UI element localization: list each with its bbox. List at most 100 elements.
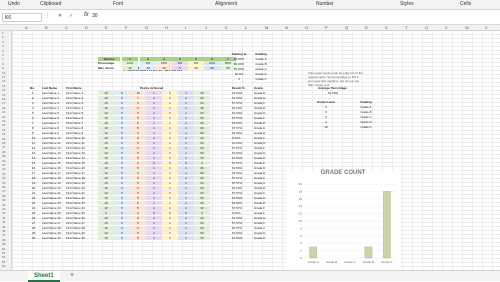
student-no[interactable]: 11 xyxy=(32,141,35,145)
points-cell[interactable]: 10 xyxy=(98,116,114,120)
points-cell[interactable]: 1 xyxy=(162,136,178,140)
points-cell[interactable]: 1 xyxy=(146,201,162,205)
student-first-name[interactable]: First Name 4 xyxy=(66,106,83,110)
student-no[interactable]: 20 xyxy=(32,186,35,190)
column-header-I[interactable]: I xyxy=(185,25,186,30)
grading-cell[interactable]: 60.0% xyxy=(228,72,250,76)
student-no[interactable]: 25 xyxy=(32,211,35,215)
points-cell[interactable]: 10 xyxy=(98,136,114,140)
points-cell[interactable]: 1 xyxy=(162,176,178,180)
points-cell[interactable]: 10 xyxy=(98,126,114,130)
points-cell[interactable]: 5 xyxy=(130,141,146,145)
points-cell[interactable]: 10 xyxy=(98,146,114,150)
points-cell[interactable]: 0 xyxy=(194,211,210,215)
points-cell[interactable]: 1 xyxy=(178,236,194,240)
points-cell[interactable]: 1 xyxy=(162,116,178,120)
student-first-name[interactable]: First Name 29 xyxy=(66,231,85,235)
points-cell[interactable]: 5 xyxy=(130,121,146,125)
points-cell[interactable]: 1 xyxy=(162,166,178,170)
points-cell[interactable]: 10 xyxy=(98,216,114,220)
student-last-name[interactable]: Last Name 19 xyxy=(42,181,61,185)
student-no[interactable]: 2 xyxy=(32,96,34,100)
student-last-name[interactable]: Last Name 13 xyxy=(42,151,61,155)
student-no[interactable]: 9 xyxy=(32,131,34,135)
column-header-C[interactable]: C xyxy=(65,25,68,30)
points-cell[interactable]: 1 xyxy=(178,186,194,190)
student-no[interactable]: 15 xyxy=(32,161,35,165)
points-cell[interactable]: 5 xyxy=(114,231,130,235)
student-first-name[interactable]: First Name 3 xyxy=(66,101,83,105)
row-header[interactable]: 35 xyxy=(2,181,5,185)
points-cell[interactable]: 10 xyxy=(98,101,114,105)
points-cell[interactable]: 1 xyxy=(146,121,162,125)
student-no[interactable]: 1 xyxy=(32,91,34,95)
column-header-D[interactable]: D xyxy=(85,25,88,30)
student-first-name[interactable]: First Name 21 xyxy=(66,191,85,195)
points-cell[interactable]: 1 xyxy=(146,236,162,240)
points-cell[interactable]: 5 xyxy=(114,141,130,145)
points-cell[interactable]: 1 xyxy=(178,146,194,150)
points-cell[interactable]: 60 xyxy=(194,221,210,225)
points-cell[interactable]: 1 xyxy=(178,196,194,200)
points-cell[interactable]: 1 xyxy=(178,136,194,140)
points-cell[interactable]: 1 xyxy=(146,136,162,140)
grading-cell[interactable]: Grade A xyxy=(250,57,272,61)
grading-cell[interactable]: 70.00% xyxy=(228,67,250,71)
row-header[interactable]: 2 xyxy=(2,35,4,39)
points-cell[interactable]: 5 xyxy=(130,136,146,140)
student-no[interactable]: 21 xyxy=(32,191,35,195)
column-header-K[interactable]: K xyxy=(225,25,228,30)
points-cell[interactable]: 5 xyxy=(114,181,130,185)
points-cell[interactable]: 1 xyxy=(146,146,162,150)
grading-cell[interactable]: Grade F xyxy=(250,77,272,81)
points-cell[interactable]: 1 xyxy=(146,176,162,180)
row-header[interactable]: 50 xyxy=(2,247,5,251)
student-first-name[interactable]: First Name 5 xyxy=(66,111,83,115)
student-first-name[interactable]: First Name 23 xyxy=(66,201,85,205)
points-cell[interactable]: 60 xyxy=(194,226,210,230)
column-header-E[interactable]: E xyxy=(105,25,108,30)
column-header-U[interactable]: U xyxy=(425,25,428,30)
points-cell[interactable]: 1 xyxy=(178,156,194,160)
points-cell[interactable]: 5 xyxy=(114,121,130,125)
points-cell[interactable]: 1 xyxy=(162,121,178,125)
points-cell[interactable]: 1 xyxy=(178,231,194,235)
points-cell[interactable]: 1 xyxy=(162,126,178,130)
points-cell[interactable]: 0 xyxy=(194,161,210,165)
points-cell[interactable]: 60 xyxy=(194,171,210,175)
points-cell[interactable]: 1 xyxy=(146,181,162,185)
points-cell[interactable]: 30 xyxy=(194,156,210,160)
points-cell[interactable]: 1 xyxy=(178,221,194,225)
row-header[interactable]: 40 xyxy=(2,203,5,207)
points-cell[interactable]: 0 xyxy=(146,161,162,165)
points-cell[interactable]: 10 xyxy=(98,161,114,165)
points-cell[interactable]: 0 xyxy=(146,211,162,215)
student-no[interactable]: 16 xyxy=(32,166,35,170)
student-no[interactable]: 19 xyxy=(32,181,35,185)
points-cell[interactable]: 10 xyxy=(98,176,114,180)
section-cell[interactable]: 5% xyxy=(172,61,188,65)
row-header[interactable]: 1 xyxy=(2,31,4,35)
points-cell[interactable]: 1 xyxy=(146,231,162,235)
student-first-name[interactable]: First Name 26 xyxy=(66,216,85,220)
points-cell[interactable]: 10 xyxy=(98,171,114,175)
fx-icon[interactable]: fx xyxy=(84,12,89,18)
points-cell[interactable]: 1 xyxy=(146,216,162,220)
points-cell[interactable]: 1 xyxy=(162,96,178,100)
points-cell[interactable]: 60 xyxy=(194,141,210,145)
section-cell[interactable]: 15 xyxy=(122,66,138,70)
points-cell[interactable]: 10 xyxy=(98,111,114,115)
points-cell[interactable]: 5 xyxy=(114,116,130,120)
points-cell[interactable]: 0 xyxy=(98,211,114,215)
section-cell[interactable]: 30 xyxy=(204,66,220,70)
points-cell[interactable]: 5 xyxy=(114,126,130,130)
row-header[interactable]: 52 xyxy=(2,255,5,259)
points-cell[interactable]: 0 xyxy=(114,211,130,215)
points-cell[interactable]: 5 xyxy=(114,131,130,135)
points-cell[interactable]: 30 xyxy=(194,106,210,110)
student-first-name[interactable]: First Name 9 xyxy=(66,131,83,135)
points-cell[interactable]: 60 xyxy=(194,196,210,200)
points-cell[interactable]: 5 xyxy=(130,216,146,220)
student-first-name[interactable]: First Name 8 xyxy=(66,126,83,130)
student-last-name[interactable]: Last Name 2 xyxy=(42,96,59,100)
